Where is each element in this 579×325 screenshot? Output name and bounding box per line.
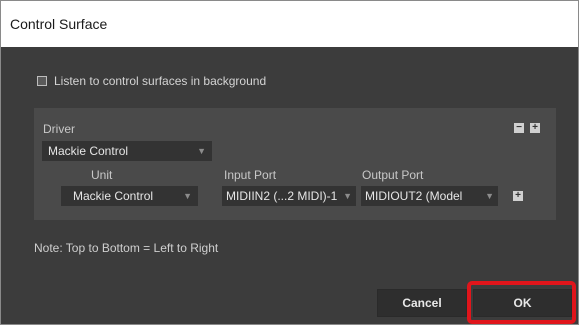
chevron-down-icon: ▼ — [197, 146, 206, 156]
driver-dropdown-value: Mackie Control — [48, 144, 129, 158]
background-listen-label: Listen to control surfaces in background — [54, 74, 267, 88]
ok-button[interactable]: OK — [473, 289, 572, 317]
minus-icon[interactable]: − — [514, 123, 524, 133]
output-port-dropdown[interactable]: MIDIOUT2 (Model ▼ — [361, 186, 498, 206]
unit-dropdown[interactable]: Mackie Control ▼ — [61, 186, 198, 206]
plus-icon[interactable]: + — [530, 123, 540, 133]
input-port-dropdown[interactable]: MIDIIN2 (...2 MIDI)-1 ▼ — [222, 186, 356, 206]
plus-icon[interactable]: + — [513, 191, 523, 201]
cancel-button[interactable]: Cancel — [377, 289, 467, 317]
control-surface-dialog: Control Surface Listen to control surfac… — [0, 0, 579, 325]
chevron-down-icon: ▼ — [485, 191, 494, 201]
mapping-note: Note: Top to Bottom = Left to Right — [34, 241, 219, 255]
title-bar: Control Surface — [1, 1, 578, 47]
dialog-title: Control Surface — [10, 16, 108, 32]
driver-panel: Driver − + Mackie Control ▼ Unit Input P… — [34, 108, 556, 220]
unit-dropdown-value: Mackie Control — [73, 189, 154, 203]
background-listen-checkbox[interactable] — [37, 76, 47, 86]
chevron-down-icon: ▼ — [343, 191, 352, 201]
input-port-value: MIDIIN2 (...2 MIDI)-1 — [226, 189, 338, 203]
input-port-label: Input Port — [224, 168, 277, 182]
driver-dropdown[interactable]: Mackie Control ▼ — [42, 141, 212, 161]
driver-label: Driver — [43, 122, 75, 136]
output-port-value: MIDIOUT2 (Model — [365, 189, 463, 203]
background-listen-option[interactable]: Listen to control surfaces in background — [37, 74, 266, 88]
dialog-footer: Cancel OK — [1, 271, 578, 324]
chevron-down-icon: ▼ — [183, 191, 192, 201]
unit-label: Unit — [91, 168, 113, 182]
output-port-label: Output Port — [362, 168, 424, 182]
